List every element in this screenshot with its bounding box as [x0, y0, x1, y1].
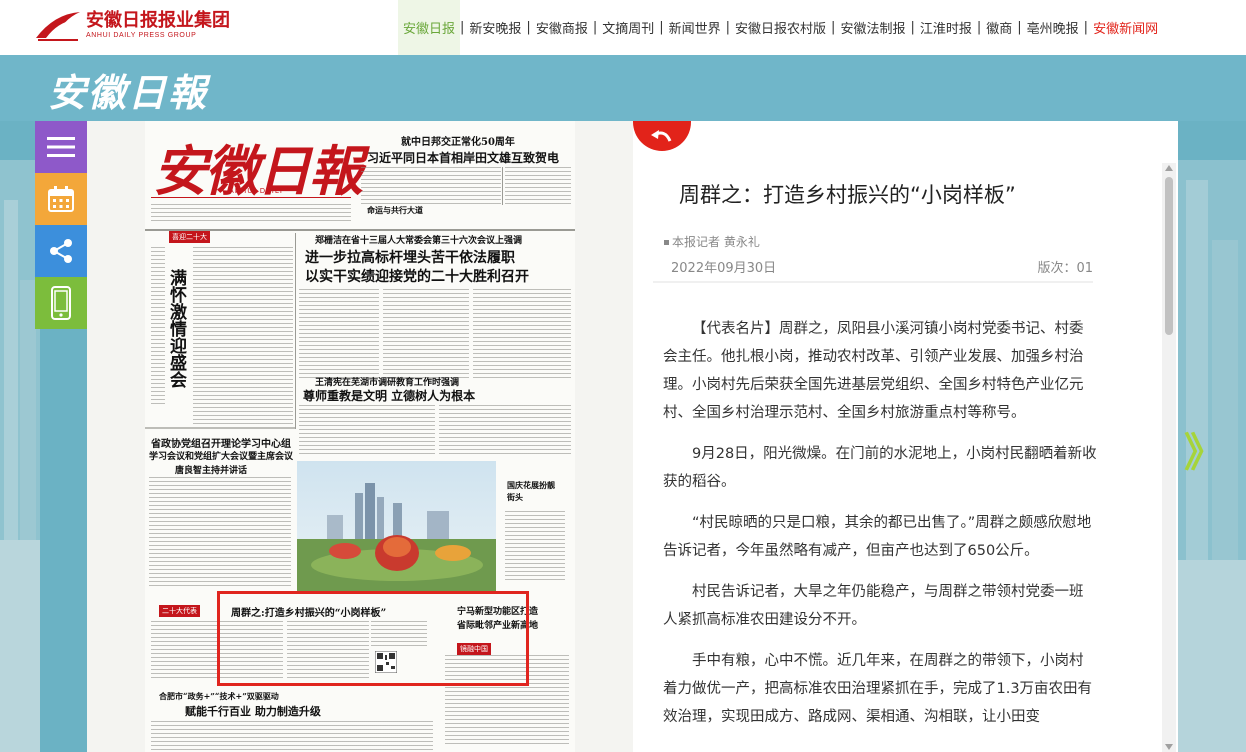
nav-item-4[interactable]: 新闻世界: [664, 0, 726, 55]
article-edition: 版次：01: [1037, 261, 1093, 276]
back-button[interactable]: [633, 121, 691, 151]
article-paragraph: 【代表名片】周群之，凤阳县小溪河镇小岗村党委书记、村委会主任。他扎根小岗，推动农…: [663, 321, 1084, 421]
banner-title: 安徽日報: [48, 70, 209, 115]
nav-item-7[interactable]: 江淮时报: [915, 0, 977, 55]
scroll-thumb[interactable]: [1165, 177, 1173, 335]
article-paragraph: “村民晾晒的只是口粮，其余的都已出售了。”周群之颇感欣慰地告诉记者，今年虽然略有…: [663, 515, 1092, 559]
brand-logo[interactable]: 安徽日报报业集团 ANHUI DAILY PRESS GROUP: [34, 8, 230, 42]
masthead-info: [151, 197, 351, 225]
selected-article-highlight[interactable]: [217, 591, 529, 686]
headline-main-2: 以实干实绩迎接党的二十大胜利召开: [305, 269, 529, 285]
nav-item-8[interactable]: 徽商: [981, 0, 1017, 55]
tag-representative: 二十大代表: [159, 605, 200, 617]
top-bar: 安徽日报报业集团 ANHUI DAILY PRESS GROUP 安徽日报 | 新安…: [0, 0, 1246, 55]
brand-subtitle: ANHUI DAILY PRESS GROUP: [86, 32, 197, 39]
headline-left-2: 学习会议和党组扩大会议暨主席会议: [149, 452, 294, 462]
menu-button[interactable]: [35, 121, 87, 173]
headline-left-3: 唐良智主持并讲话: [175, 466, 248, 476]
author-bullet-icon: [664, 240, 669, 245]
calendar-button[interactable]: [35, 173, 87, 225]
share-icon: [50, 239, 72, 263]
article-paragraph: 9月28日，阳光微燥。在门前的水泥地上，小岗村民翻晒着新收获的稻谷。: [663, 446, 1097, 490]
article-scrollbar[interactable]: [1162, 163, 1176, 752]
nav-item-3[interactable]: 文摘周刊: [597, 0, 659, 55]
brand-name: 安徽日报报业集团: [86, 10, 230, 31]
tag-congress: 喜迎二十大: [169, 231, 210, 243]
nav-item-1[interactable]: 新安晚报: [464, 0, 526, 55]
back-arrow-icon: [651, 130, 672, 142]
top-nav: 安徽日报 | 新安晚报 | 安徽商报 | 文摘周刊 | 新闻世界 | 安徽日报农村版 | 安徽法制报 | 江…: [398, 0, 1163, 55]
photo-caption: 国庆花展扮靓街头: [507, 480, 555, 502]
brand-logo-icon: [36, 12, 80, 41]
article-date: 2022年09月30日: [671, 261, 777, 276]
mobile-icon: [51, 286, 71, 320]
newspaper-masthead-en: ANHUI DAILY: [229, 187, 285, 195]
article-body: 【代表名片】周群之，凤阳县小溪河镇小岗村党委书记、村委会主任。他扎根小岗，推动农…: [663, 315, 1097, 744]
kicker-meeting: 郑栅洁在省十三届人大常委会第三十六次会议上强调: [315, 236, 523, 246]
headline-bottom: 赋能千行百业 助力制造升级: [185, 705, 321, 718]
article-divider: [653, 281, 1093, 283]
headline-main-1: 进一步拉高标杆埋头苦干依法履职: [305, 250, 515, 266]
headline-left-1: 省政协党组召开理论学习中心组: [151, 439, 291, 450]
mobile-button[interactable]: [35, 277, 87, 329]
side-toolbar: [35, 121, 87, 329]
article-author-text: 本报记者 黄永礼: [672, 235, 760, 249]
calendar-icon: [48, 186, 74, 212]
share-button[interactable]: [35, 225, 87, 277]
nav-item-2[interactable]: 安徽商报: [531, 0, 593, 55]
nav-item-6[interactable]: 安徽法制报: [835, 0, 910, 55]
menu-icon: [47, 137, 75, 157]
article-author: 本报记者 黄永礼: [664, 233, 760, 250]
headline-top-kicker: 就中日邦交正常化50周年: [401, 137, 515, 148]
nav-item-0[interactable]: 安徽日报: [398, 0, 461, 55]
headline-bottom-kicker: 合肥市“政务+”“技术+”双驱驱动: [159, 691, 279, 701]
nav-item-9[interactable]: 亳州晚报: [1022, 0, 1084, 55]
flower-show-photo: [297, 461, 496, 591]
nav-item-10[interactable]: 安徽新闻网: [1088, 0, 1163, 55]
article-paragraph: 村民告诉记者，大旱之年仍能稳产，与周群之带领村党委一班人紧抓高标准农田建设分不开…: [663, 584, 1084, 628]
scroll-down-arrow-icon[interactable]: [1165, 744, 1173, 750]
article-title: 周群之：打造乡村振兴的“小岗样板”: [679, 183, 1016, 207]
newspaper-page[interactable]: 安徽日報 ANHUI DAILY 就中日邦交正常化50周年 习近平同日本首相岸田…: [87, 121, 633, 752]
article-paragraph: 手中有粮，心中不慌。近几年来，在周群之的带领下，小岗村着力做优一产，把高标准农田…: [663, 653, 1093, 725]
skyline-left-decoration: [0, 160, 40, 752]
scroll-up-arrow-icon[interactable]: [1165, 165, 1173, 171]
article-panel: 周群之：打造乡村振兴的“小岗样板” 本报记者 黄永礼 2022年09月30日 版…: [633, 121, 1178, 752]
vertical-headline: 满怀激情迎盛会: [166, 269, 186, 388]
headline-education: 尊师重教是文明 立德树人为根本: [303, 389, 476, 403]
next-page-arrow-icon[interactable]: 》: [1184, 420, 1224, 478]
headline-sub: 命运与共行大道: [367, 205, 423, 215]
nav-item-5[interactable]: 安徽日报农村版: [730, 0, 831, 55]
headline-top: 习近平同日本首相岸田文雄互致贺电: [367, 151, 560, 165]
